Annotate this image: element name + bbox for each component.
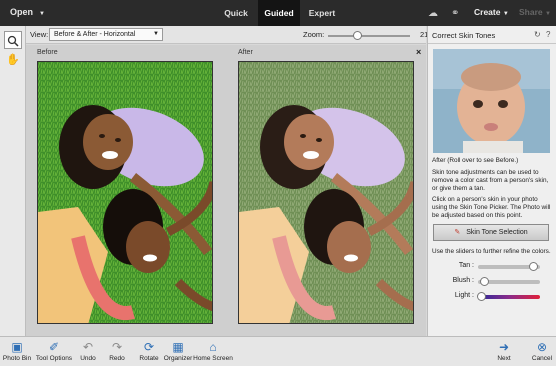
organizer-icon: ▦ — [172, 340, 184, 354]
close-icon[interactable]: × — [416, 47, 421, 57]
organizer-button[interactable]: ▦ Organizer — [162, 339, 194, 362]
chevron-down-icon: ▼ — [153, 31, 159, 37]
cancel-button[interactable]: ⊗ Cancel — [530, 339, 554, 362]
view-mode-value: Before & After - Horizontal — [54, 31, 136, 38]
after-photo[interactable] — [238, 61, 414, 324]
skin-tone-selection-label: Skin Tone Selection — [466, 229, 528, 236]
share-label: Share — [519, 7, 543, 17]
open-label: Open — [10, 7, 34, 17]
open-menu[interactable]: Open ▼ — [10, 7, 45, 17]
top-bar: Open ▼ Quick Guided Expert ☁ ⚭ Create ▼ S… — [0, 0, 556, 26]
create-label: Create — [474, 7, 501, 17]
undo-button[interactable]: ↶ Undo — [77, 339, 99, 362]
light-slider-handle[interactable] — [476, 292, 486, 301]
blush-label: Blush : — [452, 277, 474, 284]
skin-tone-selection-button[interactable]: ✎ Skin Tone Selection — [433, 224, 549, 241]
intro-text: Skin tone adjustments can be used to rem… — [432, 169, 549, 193]
zoom-slider-track[interactable] — [328, 35, 410, 37]
help-icon[interactable]: ? — [546, 30, 550, 39]
zoom-label: Zoom: — [303, 30, 325, 39]
tab-guided[interactable]: Guided — [258, 0, 300, 26]
zoom-tool-icon[interactable] — [4, 31, 22, 49]
tool-options-icon: ✐ — [48, 340, 60, 354]
share-menu[interactable]: Share ▼ — [519, 7, 551, 17]
hand-tool-icon[interactable]: ✋ — [4, 51, 22, 69]
view-mode-select[interactable]: Before & After - Horizontal ▼ — [49, 28, 163, 41]
reset-icon[interactable]: ↻ — [534, 30, 541, 39]
thumbnail-caption: After (Roll over to see Before.) — [432, 157, 519, 164]
tab-expert[interactable]: Expert — [300, 0, 344, 26]
chevron-down-icon: ▼ — [502, 11, 509, 17]
photo-bin-icon: ▣ — [11, 340, 23, 354]
cloud-icon[interactable]: ☁ — [428, 8, 438, 19]
guided-panel: Correct Skin Tones ↻ ? After (Roll over … — [427, 26, 556, 336]
tab-quick[interactable]: Quick — [214, 0, 258, 26]
home-screen-button[interactable]: ⌂ Home Screen — [193, 339, 233, 362]
light-slider-track[interactable] — [478, 295, 540, 299]
create-menu[interactable]: Create ▼ — [474, 7, 509, 17]
tool-strip: ✋ — [0, 26, 26, 336]
sample-thumbnail — [433, 49, 550, 153]
eyedropper-icon: ✎ — [454, 229, 461, 236]
link-icon[interactable]: ⚭ — [451, 8, 459, 19]
zoom-slider-handle[interactable] — [353, 31, 362, 40]
cancel-label: Cancel — [531, 355, 553, 362]
blush-slider-handle[interactable] — [479, 277, 489, 286]
image-canvas: Before After × — [26, 45, 426, 336]
redo-icon: ↷ — [111, 340, 123, 354]
redo-button[interactable]: ↷ Redo — [106, 339, 128, 362]
chevron-down-icon: ▼ — [545, 11, 551, 17]
view-bar: View: Before & After - Horizontal ▼ Zoom… — [26, 26, 435, 44]
rotate-label: Rotate — [139, 355, 159, 362]
sliders-hint: Use the sliders to further refine the co… — [432, 248, 551, 255]
view-label: View: — [30, 30, 49, 39]
chevron-down-icon: ▼ — [39, 11, 45, 17]
panel-title: Correct Skin Tones — [432, 31, 496, 40]
next-button[interactable]: ➜ Next — [494, 339, 514, 362]
home-icon: ⌂ — [209, 340, 217, 354]
rotate-button[interactable]: ⟳ Rotate — [136, 339, 162, 362]
next-arrow-icon: ➜ — [498, 340, 510, 354]
next-label: Next — [497, 355, 511, 362]
home-screen-label: Home Screen — [193, 355, 233, 362]
bottom-bar: ▣ Photo Bin ✐ Tool Options ↶ Undo ↷ Redo… — [0, 336, 556, 366]
undo-label: Undo — [80, 355, 96, 362]
panel-header: Correct Skin Tones ↻ ? — [428, 26, 556, 44]
rotate-icon: ⟳ — [143, 340, 155, 354]
undo-icon: ↶ — [82, 340, 94, 354]
photo-bin-button[interactable]: ▣ Photo Bin — [2, 339, 32, 362]
instructions-text: Click on a person's skin in your photo u… — [432, 196, 551, 220]
tan-slider-handle[interactable] — [529, 262, 539, 271]
photo-bin-label: Photo Bin — [2, 355, 32, 362]
tool-options-label: Tool Options — [35, 355, 73, 362]
light-label: Light : — [454, 292, 474, 299]
cancel-icon: ⊗ — [536, 340, 548, 354]
before-label: Before — [37, 49, 58, 56]
organizer-label: Organizer — [163, 355, 193, 362]
tan-label: Tan : — [458, 262, 474, 269]
tool-options-button[interactable]: ✐ Tool Options — [34, 339, 74, 362]
after-label: After — [238, 49, 253, 56]
before-photo[interactable] — [37, 61, 213, 324]
redo-label: Redo — [109, 355, 125, 362]
